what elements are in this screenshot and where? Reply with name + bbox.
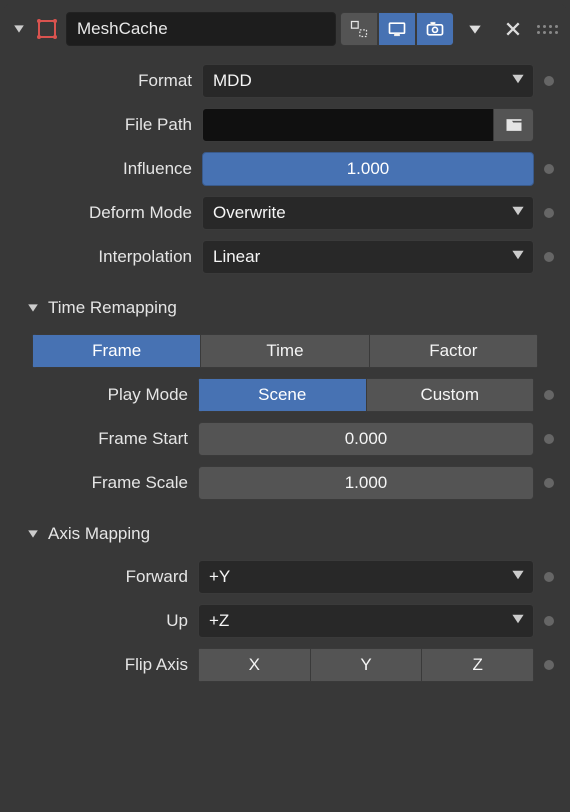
anim-dot[interactable] xyxy=(544,478,554,488)
anim-dot[interactable] xyxy=(544,208,554,218)
axis-mapping-header[interactable]: Axis Mapping xyxy=(6,510,564,550)
interpolation-value: Linear xyxy=(213,247,260,267)
frame-scale-field[interactable]: 1.000 xyxy=(198,466,534,500)
forward-value: +Y xyxy=(209,567,230,587)
up-dropdown[interactable]: +Z xyxy=(198,604,534,638)
time-remapping-header[interactable]: Time Remapping xyxy=(6,284,564,324)
format-dropdown[interactable]: MDD xyxy=(202,64,534,98)
collapse-toggle[interactable] xyxy=(10,20,28,38)
anim-dot[interactable] xyxy=(544,252,554,262)
chevron-down-icon xyxy=(511,203,525,223)
extras-menu[interactable] xyxy=(458,12,492,46)
frame-scale-value: 1.000 xyxy=(345,473,388,493)
collapse-toggle[interactable] xyxy=(24,525,42,543)
tab-frame[interactable]: Frame xyxy=(32,334,201,368)
frame-start-row: Frame Start 0.000 xyxy=(24,422,560,456)
influence-row: Influence 1.000 xyxy=(10,152,560,186)
edit-mode-toggle[interactable] xyxy=(340,12,378,46)
anim-dot[interactable] xyxy=(544,434,554,444)
chevron-down-icon xyxy=(511,71,525,91)
format-label: Format xyxy=(10,71,194,91)
modifier-panel: Format MDD File Path Influence 1.000 De xyxy=(4,4,566,808)
filepath-input[interactable] xyxy=(202,108,494,142)
play-mode-label: Play Mode xyxy=(24,385,190,405)
flip-axis-row: Flip Axis X Y Z xyxy=(24,648,560,682)
anim-dot[interactable] xyxy=(544,572,554,582)
chevron-down-icon xyxy=(511,567,525,587)
flip-axis-label: Flip Axis xyxy=(24,655,190,675)
format-row: Format MDD xyxy=(10,64,560,98)
tab-time[interactable]: Time xyxy=(201,334,369,368)
forward-label: Forward xyxy=(24,567,190,587)
chevron-down-icon xyxy=(511,611,525,631)
anim-dot[interactable] xyxy=(544,616,554,626)
panel-header xyxy=(6,6,564,54)
display-toggle-group xyxy=(340,12,454,46)
play-mode-segments: Scene Custom xyxy=(198,378,534,412)
deform-mode-row: Deform Mode Overwrite xyxy=(10,196,560,230)
chevron-down-icon xyxy=(511,247,525,267)
time-mode-tabs: Frame Time Factor xyxy=(32,334,538,368)
frame-scale-row: Frame Scale 1.000 xyxy=(24,466,560,500)
influence-slider[interactable]: 1.000 xyxy=(202,152,534,186)
filepath-label: File Path xyxy=(10,115,194,135)
up-value: +Z xyxy=(209,611,229,631)
forward-row: Forward +Y xyxy=(24,560,560,594)
deform-mode-label: Deform Mode xyxy=(10,203,194,223)
up-label: Up xyxy=(24,611,190,631)
frame-start-label: Frame Start xyxy=(24,429,190,449)
filepath-row: File Path xyxy=(10,108,560,142)
flip-axis-segments: X Y Z xyxy=(198,648,534,682)
tab-factor[interactable]: Factor xyxy=(370,334,538,368)
realtime-toggle[interactable] xyxy=(378,12,416,46)
deform-mode-dropdown[interactable]: Overwrite xyxy=(202,196,534,230)
influence-label: Influence xyxy=(10,159,194,179)
influence-value: 1.000 xyxy=(347,159,390,179)
play-mode-scene[interactable]: Scene xyxy=(198,378,367,412)
time-remapping-title: Time Remapping xyxy=(48,298,177,318)
flip-y[interactable]: Y xyxy=(311,648,423,682)
play-mode-custom[interactable]: Custom xyxy=(367,378,535,412)
frame-start-field[interactable]: 0.000 xyxy=(198,422,534,456)
up-row: Up +Z xyxy=(24,604,560,638)
render-toggle[interactable] xyxy=(416,12,454,46)
delete-modifier[interactable] xyxy=(496,12,530,46)
play-mode-row: Play Mode Scene Custom xyxy=(24,378,560,412)
anim-dot[interactable] xyxy=(544,76,554,86)
frame-scale-label: Frame Scale xyxy=(24,473,190,493)
interpolation-dropdown[interactable]: Linear xyxy=(202,240,534,274)
mesh-cache-icon xyxy=(32,14,62,44)
collapse-toggle[interactable] xyxy=(24,299,42,317)
flip-x[interactable]: X xyxy=(198,648,311,682)
flip-z[interactable]: Z xyxy=(422,648,534,682)
anim-dot[interactable] xyxy=(544,390,554,400)
deform-mode-value: Overwrite xyxy=(213,203,286,223)
format-value: MDD xyxy=(213,71,252,91)
anim-dot[interactable] xyxy=(544,164,554,174)
forward-dropdown[interactable]: +Y xyxy=(198,560,534,594)
frame-start-value: 0.000 xyxy=(345,429,388,449)
modifier-name-input[interactable] xyxy=(66,12,336,46)
drag-handle[interactable] xyxy=(534,12,560,46)
anim-dot[interactable] xyxy=(544,660,554,670)
interpolation-label: Interpolation xyxy=(10,247,194,267)
axis-mapping-title: Axis Mapping xyxy=(48,524,150,544)
browse-button[interactable] xyxy=(494,108,534,142)
interpolation-row: Interpolation Linear xyxy=(10,240,560,274)
